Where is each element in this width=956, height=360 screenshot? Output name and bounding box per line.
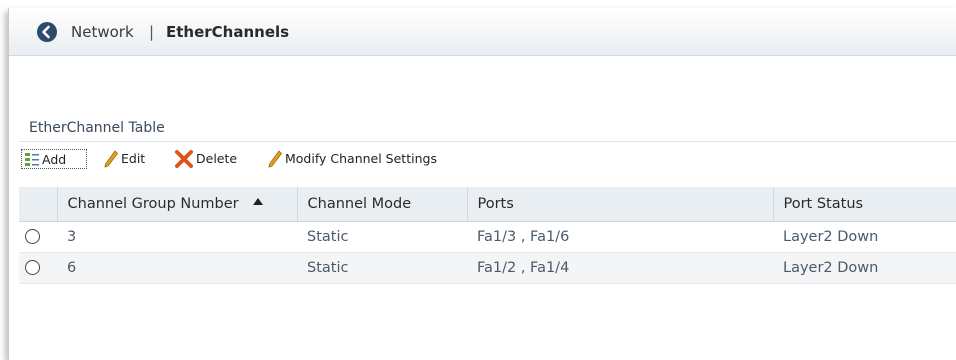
table-header-row: Channel Group Number Channel Mode Ports … (19, 187, 956, 222)
radio-icon[interactable] (25, 260, 40, 275)
edit-label: Edit (121, 151, 146, 166)
back-button[interactable] (37, 22, 57, 42)
delete-label: Delete (196, 151, 238, 166)
port-status-cell: Layer2 Down (773, 252, 956, 284)
port-status-cell: Layer2 Down (773, 221, 956, 253)
column-header-channel-group-number[interactable]: Channel Group Number (57, 187, 298, 222)
add-label: Add (42, 152, 67, 167)
table-row[interactable]: 6 Static Fa1/2 , Fa1/4 Layer2 Down (19, 252, 956, 284)
pencil-icon (268, 150, 283, 168)
pencil-icon (104, 150, 119, 168)
add-icon (25, 153, 39, 166)
column-header-port-status[interactable]: Port Status (773, 187, 956, 222)
breadcrumb-network[interactable]: Network (71, 22, 134, 42)
modify-channel-settings-button[interactable]: Modify Channel Settings (267, 149, 437, 169)
row-select-cell (19, 221, 57, 253)
breadcrumb-separator: | (149, 23, 155, 41)
column-header-channel-mode[interactable]: Channel Mode (297, 187, 468, 222)
select-column-header (19, 187, 58, 222)
ports-cell: Fa1/2 , Fa1/4 (467, 252, 773, 284)
sort-ascending-icon[interactable] (252, 198, 263, 206)
content-frame: Network | EtherChannels EtherChannel Tab… (8, 8, 956, 360)
modify-label: Modify Channel Settings (285, 151, 437, 166)
column-header-ports[interactable]: Ports (467, 187, 774, 222)
delete-x-icon (175, 150, 193, 168)
channel-mode-cell: Static (297, 221, 467, 253)
etherchannel-table: Channel Group Number Channel Mode Ports … (19, 187, 956, 284)
radio-icon[interactable] (25, 229, 40, 244)
table-toolbar: Add Edit Delete Modify Channel Settings (19, 141, 956, 171)
ports-cell: Fa1/3 , Fa1/6 (467, 221, 773, 253)
channel-mode-cell: Static (297, 252, 467, 284)
edit-button[interactable]: Edit (103, 149, 145, 169)
column-label: Channel Group Number (67, 195, 239, 212)
delete-button[interactable]: Delete (174, 149, 237, 169)
table-title: EtherChannel Table (29, 120, 165, 136)
page-header: Network | EtherChannels (9, 8, 956, 56)
add-button[interactable]: Add (21, 149, 87, 169)
row-select-cell (19, 252, 57, 284)
channel-group-number-cell: 6 (57, 252, 297, 284)
page-title: EtherChannels (166, 23, 290, 41)
table-row[interactable]: 3 Static Fa1/3 , Fa1/6 Layer2 Down (19, 221, 956, 253)
back-arrow-icon (42, 25, 50, 39)
channel-group-number-cell: 3 (57, 221, 297, 253)
